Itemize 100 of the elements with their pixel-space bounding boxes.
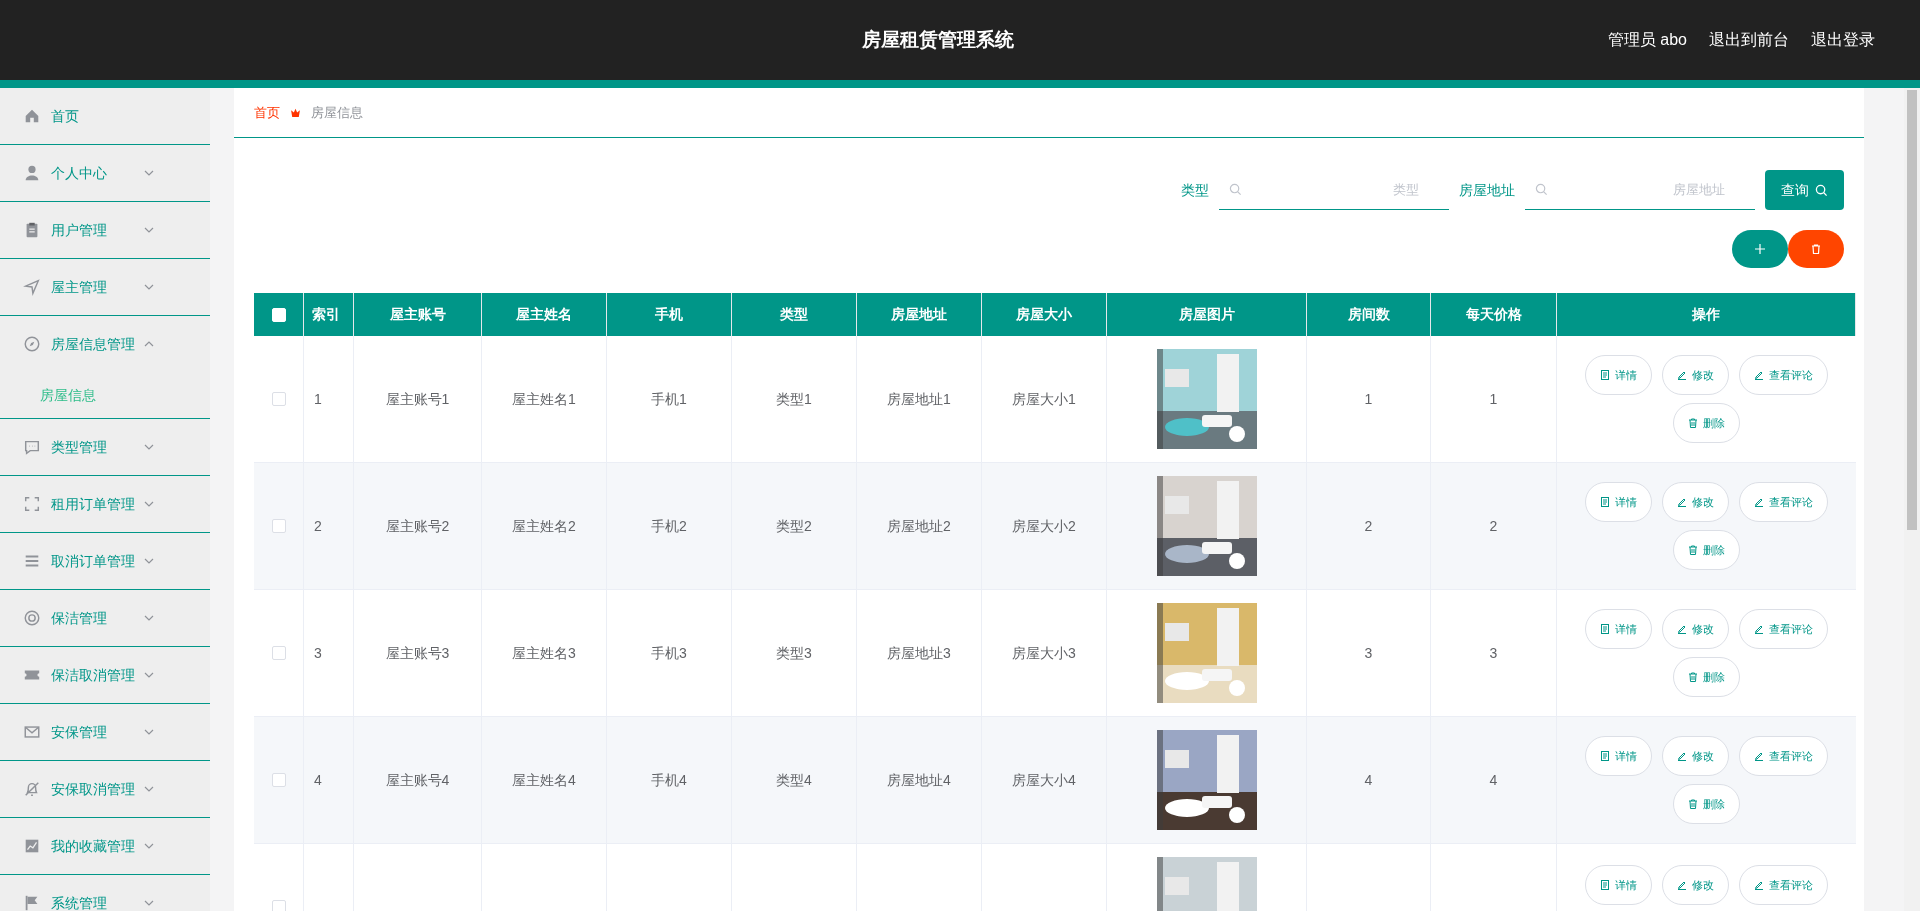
breadcrumb-link[interactable]: 首页 bbox=[254, 102, 280, 123]
action-button[interactable]: 详情 bbox=[1585, 355, 1652, 395]
table-cell: 房屋大小1 bbox=[982, 336, 1107, 462]
search-icon bbox=[1229, 183, 1242, 196]
sidebar-item[interactable]: 我的收藏管理 bbox=[0, 818, 210, 874]
document-icon bbox=[1600, 497, 1610, 507]
action-button[interactable]: 查看评论 bbox=[1739, 355, 1828, 395]
pencil-icon bbox=[1677, 497, 1687, 507]
bell-off-icon bbox=[23, 780, 41, 798]
table-cell: 2 bbox=[1431, 463, 1557, 589]
submenu-item[interactable]: 房屋信息 bbox=[0, 372, 210, 418]
sidebar-item[interactable]: 系统管理 bbox=[0, 875, 210, 911]
table-cell: 房屋地址4 bbox=[857, 717, 982, 843]
document-icon bbox=[1600, 880, 1610, 890]
action-button[interactable]: 详情 bbox=[1585, 736, 1652, 776]
table-cell: 屋主姓名1 bbox=[482, 336, 607, 462]
search-icon bbox=[1535, 183, 1548, 196]
action-button[interactable]: 查看评论 bbox=[1739, 865, 1828, 905]
action-button[interactable]: 修改 bbox=[1662, 482, 1729, 522]
table-cell: 屋主账号1 bbox=[354, 336, 482, 462]
action-button[interactable]: 修改 bbox=[1662, 355, 1729, 395]
action-button[interactable]: 详情 bbox=[1585, 482, 1652, 522]
navigation-icon bbox=[23, 278, 41, 296]
checkbox[interactable] bbox=[271, 773, 286, 787]
compass-icon bbox=[23, 335, 41, 353]
plus-icon bbox=[1755, 244, 1765, 254]
mail-icon bbox=[23, 723, 41, 741]
header-link[interactable]: 退出登录 bbox=[1811, 28, 1875, 52]
table-cell: 房屋大小2 bbox=[982, 463, 1107, 589]
sidebar-item[interactable]: 租用订单管理 bbox=[0, 476, 210, 532]
lifebuoy-icon bbox=[23, 609, 41, 627]
action-button[interactable]: 查看评论 bbox=[1739, 482, 1828, 522]
pencil-icon bbox=[1754, 751, 1764, 761]
sidebar-item[interactable]: 安保取消管理 bbox=[0, 761, 210, 817]
pencil-icon bbox=[1754, 624, 1764, 634]
action-button[interactable]: 修改 bbox=[1662, 736, 1729, 776]
table-cell: 手机3 bbox=[607, 590, 732, 716]
add-button[interactable] bbox=[1732, 230, 1788, 268]
action-button[interactable]: 删除 bbox=[1673, 784, 1740, 824]
sidebar-item[interactable]: 屋主管理 bbox=[0, 259, 210, 315]
sidebar-item[interactable]: 安保管理 bbox=[0, 704, 210, 760]
action-button[interactable]: 修改 bbox=[1662, 865, 1729, 905]
table-cell: 4 bbox=[1307, 717, 1431, 843]
sidebar-item[interactable]: 类型管理 bbox=[0, 419, 210, 475]
trash-icon bbox=[1688, 672, 1698, 682]
table-cell: 房屋地址1 bbox=[857, 336, 982, 462]
table-cell: 房屋大小3 bbox=[982, 590, 1107, 716]
table-cell: 2 bbox=[1307, 463, 1431, 589]
table-cell: 4 bbox=[1431, 717, 1557, 843]
document-icon bbox=[1600, 751, 1610, 761]
action-button[interactable]: 详情 bbox=[1585, 609, 1652, 649]
app-title: 房屋租赁管理系统 bbox=[861, 27, 1014, 52]
table-cell: 3 bbox=[304, 590, 354, 716]
table-cell: 类型4 bbox=[732, 717, 857, 843]
action-button[interactable]: 修改 bbox=[1662, 609, 1729, 649]
table-cell: 房屋地址3 bbox=[857, 590, 982, 716]
sidebar-item[interactable]: 保洁取消管理 bbox=[0, 647, 210, 703]
sidebar-item[interactable]: 保洁管理 bbox=[0, 590, 210, 646]
sidebar-item[interactable]: 用户管理 bbox=[0, 202, 210, 258]
trash-icon bbox=[1688, 545, 1698, 555]
sidebar-item[interactable]: 房屋信息管理 bbox=[0, 316, 210, 372]
checkbox[interactable] bbox=[271, 519, 286, 533]
table-cell: 房屋大小4 bbox=[982, 717, 1107, 843]
table-cell: 1 bbox=[1307, 336, 1431, 462]
query-button[interactable]: 查询 bbox=[1765, 170, 1844, 210]
action-button[interactable]: 删除 bbox=[1673, 530, 1740, 570]
pencil-icon bbox=[1754, 497, 1764, 507]
action-button[interactable]: 详情 bbox=[1585, 865, 1652, 905]
header-link[interactable]: 退出到前台 bbox=[1709, 28, 1789, 52]
checkbox[interactable] bbox=[271, 900, 286, 911]
user-icon bbox=[23, 164, 41, 182]
action-button[interactable]: 查看评论 bbox=[1739, 609, 1828, 649]
checkbox[interactable] bbox=[271, 392, 286, 406]
search-field[interactable]: 类型 bbox=[1219, 170, 1449, 210]
search-field[interactable]: 房屋地址 bbox=[1525, 170, 1755, 210]
sidebar-item[interactable]: 个人中心 bbox=[0, 145, 210, 201]
table-cell: 屋主账号4 bbox=[354, 717, 482, 843]
sidebar-item[interactable]: 取消订单管理 bbox=[0, 533, 210, 589]
table-cell: 屋主账号2 bbox=[354, 463, 482, 589]
delete-button[interactable] bbox=[1788, 230, 1844, 268]
table-cell: 屋主账号3 bbox=[354, 590, 482, 716]
table-cell: 4 bbox=[304, 717, 354, 843]
sidebar-item[interactable]: 首页 bbox=[0, 88, 210, 144]
checkbox[interactable] bbox=[271, 646, 286, 660]
search-icon bbox=[1815, 183, 1828, 197]
table-cell: 类型1 bbox=[732, 336, 857, 462]
action-button[interactable]: 删除 bbox=[1673, 403, 1740, 443]
frame-icon bbox=[23, 495, 41, 513]
document-icon bbox=[1600, 624, 1610, 634]
table-cell: 屋主姓名3 bbox=[482, 590, 607, 716]
document-icon bbox=[1600, 370, 1610, 380]
table-cell: 类型2 bbox=[732, 463, 857, 589]
table-cell: 屋主姓名4 bbox=[482, 717, 607, 843]
action-button[interactable]: 删除 bbox=[1673, 657, 1740, 697]
action-button[interactable]: 查看评论 bbox=[1739, 736, 1828, 776]
pencil-icon bbox=[1677, 880, 1687, 890]
pencil-icon bbox=[1754, 880, 1764, 890]
trash-icon bbox=[1811, 244, 1821, 254]
breadcrumb-link[interactable]: 房屋信息 bbox=[311, 102, 363, 123]
chart-icon bbox=[23, 837, 41, 855]
